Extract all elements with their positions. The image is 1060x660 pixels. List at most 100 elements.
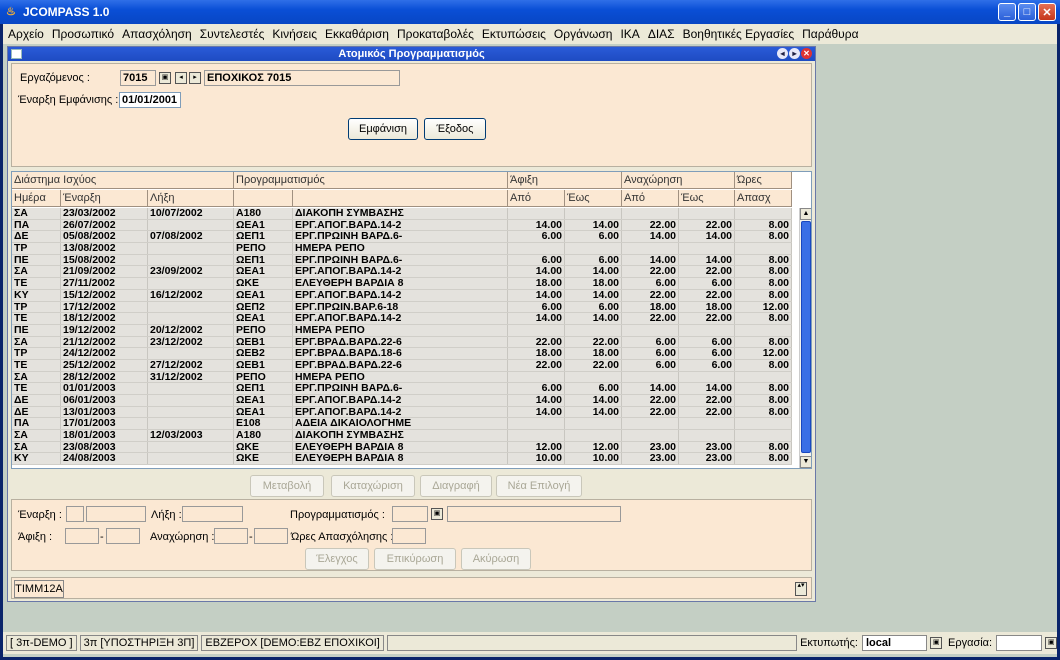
insert-button[interactable]: Καταχώριση [331, 475, 415, 497]
table-row[interactable]: ΤΕ 27/11/2002 ΩΚΕ ΕΛΕΥΘΕΡΗ ΒΑΡΔΙΑ 8 18.00 18.… [12, 278, 792, 290]
menu-item[interactable]: Κινήσεις [272, 27, 317, 41]
modify-button[interactable]: Μεταβολή [250, 475, 324, 497]
column-header[interactable]: Από [508, 190, 565, 207]
column-header[interactable]: Έως [679, 190, 735, 207]
column-header[interactable]: Απασχ [735, 190, 792, 207]
group-header: Διάστημα Ισχύος [12, 172, 234, 189]
table-cell [622, 430, 679, 441]
column-header[interactable]: Από [622, 190, 679, 207]
table-cell: 06/01/2003 [61, 395, 148, 406]
column-header[interactable] [234, 190, 293, 207]
table-row[interactable]: ΣΑ 28/12/2002 31/12/2002 ΡΕΠΟ ΗΜΕΡΑ ΡΕΠΟ [12, 371, 792, 384]
edit-departure-from[interactable] [214, 528, 248, 544]
table-cell: 6.00 [622, 359, 679, 371]
table-row[interactable]: ΤΕ 18/12/2002 ΩΕΑ1 ΕΡΓ.ΑΠΟΓ.ΒΑΡΔ.14-2 14.00 1… [12, 313, 792, 325]
table-body: ΣΑ 23/03/2002 10/07/2002 Α180 ΔΙΑΚΟΠΗ ΣΥΜΒΑΣ… [12, 208, 792, 466]
prev-icon[interactable]: ◂ [175, 72, 187, 84]
table-cell: 05/08/2002 [61, 231, 148, 243]
table-row[interactable]: ΠΑ 26/07/2002 ΩΕΑ1 ΕΡΓ.ΑΠΟΓ.ΒΑΡΔ.14-2 14.00 1… [12, 219, 792, 232]
table-row[interactable]: ΣΑ 23/08/2003 ΩΚΕ ΕΛΕΥΘΕΡΗ ΒΑΡΔΙΑ 8 12.00 12.… [12, 441, 792, 454]
menu-item[interactable]: Προσωπικό [52, 27, 114, 41]
table-row[interactable]: ΠΑ 17/01/2003 Ε108 ΑΔΕΙΑ ΔΙΚΑΙΟΛΟΓΗΜΕ [12, 418, 792, 431]
table-cell: 27/11/2002 [61, 278, 148, 289]
edit-departure-to[interactable] [254, 528, 288, 544]
scroll-up-icon[interactable]: ▲ [800, 208, 811, 220]
table-row[interactable]: ΔΕ 13/01/2003 ΩΕΑ1 ΕΡΓ.ΑΠΟΓ.ΒΑΡΔ.14-2 14.00 1… [12, 406, 792, 419]
table-row[interactable]: ΣΑ 21/12/2002 23/12/2002 ΩΕΒ1 ΕΡΓ.ΒΡΑΔ.ΒΑΡΔ.… [12, 336, 792, 349]
close-icon[interactable]: ✕ [801, 48, 812, 59]
table-cell: ΗΜΕΡΑ ΡΕΠΟ [293, 243, 508, 254]
table-row[interactable]: ΚΥ 24/08/2003 ΩΚΕ ΕΛΕΥΘΕΡΗ ΒΑΡΔΙΑ 8 10.00 10.… [12, 453, 792, 466]
check-button[interactable]: Έλεγχος [305, 548, 369, 570]
column-header[interactable] [293, 190, 508, 207]
maximize-icon[interactable]: □ [1018, 3, 1036, 21]
table-cell: 22.00 [679, 266, 735, 278]
employee-code-input[interactable]: 7015 [120, 70, 156, 86]
table-row[interactable]: ΔΕ 05/08/2002 07/08/2002 ΩΕΠ1 ΕΡΓ.ΠΡΩΙΝΗ ΒΑΡ… [12, 231, 792, 244]
edit-end-date[interactable] [182, 506, 243, 522]
menu-item[interactable]: ΔΙΑΣ [648, 27, 675, 41]
delete-button[interactable]: Διαγραφή [420, 475, 492, 497]
table-cell: 14.00 [508, 406, 565, 418]
table-row[interactable]: ΠΕ 15/08/2002 ΩΕΠ1 ΕΡΓ.ΠΡΩΙΝΗ ΒΑΡΔ.6- 6.00 6.… [12, 254, 792, 267]
binoculars-icon[interactable]: ▣ [159, 72, 171, 84]
start-date-input[interactable]: 01/01/2001 [119, 92, 181, 108]
table-row[interactable]: ΔΕ 06/01/2003 ΩΕΑ1 ΕΡΓ.ΑΠΟΓ.ΒΑΡΔ.14-2 14.00 1… [12, 395, 792, 407]
close-icon[interactable]: ✕ [1038, 3, 1056, 21]
printer-field[interactable]: local [861, 635, 928, 651]
table-cell [148, 254, 234, 266]
table-row[interactable]: ΣΑ 18/01/2003 12/03/2003 Α180 ΔΙΑΚΟΠΗ ΣΥΜΒΑΣ… [12, 430, 792, 442]
exit-button[interactable]: Έξοδος [424, 118, 486, 140]
column-header[interactable]: Λήξη [148, 190, 234, 207]
edit-schedule-code[interactable] [392, 506, 428, 522]
table-row[interactable]: ΤΕ 25/12/2002 27/12/2002 ΩΕΒ1 ΕΡΓ.ΒΡΑΔ.ΒΑΡΔ.… [12, 359, 792, 372]
menu-item[interactable]: Οργάνωση [554, 27, 613, 41]
next-icon[interactable]: ▸ [189, 72, 201, 84]
table-row[interactable]: ΤΡ 13/08/2002 ΡΕΠΟ ΗΜΕΡΑ ΡΕΠΟ [12, 243, 792, 255]
work-field[interactable] [996, 635, 1043, 651]
binoculars-icon[interactable]: ▣ [431, 508, 443, 520]
menu-item[interactable]: Προκαταβολές [397, 27, 474, 41]
column-header[interactable]: Έναρξη [61, 190, 148, 207]
group-header: Αναχώρηση [622, 172, 735, 189]
show-button[interactable]: Εμφάνιση [348, 118, 418, 140]
tab-timm12a[interactable]: TIMM12A [14, 580, 64, 598]
menu-item[interactable]: Εκτυπώσεις [482, 27, 546, 41]
spin-icon[interactable]: ▴▾ [795, 582, 807, 596]
app-icon: ♨ [6, 6, 16, 18]
table-row[interactable]: ΤΕ 01/01/2003 ΩΕΠ1 ΕΡΓ.ΠΡΩΙΝΗ ΒΑΡΔ.6- 6.00 6.… [12, 383, 792, 395]
menu-item[interactable]: Παράθυρα [802, 27, 858, 41]
minimize-icon[interactable]: _ [998, 3, 1016, 21]
table-row[interactable]: ΤΡ 24/12/2002 ΩΕΒ2 ΕΡΓ.ΒΡΑΔ.ΒΑΡΔ.18-6 18.00 1… [12, 348, 792, 360]
menu-item[interactable]: Βοηθητικές Εργασίες [683, 27, 795, 41]
binoculars-icon[interactable]: ▣ [1045, 637, 1057, 649]
table-row[interactable]: ΣΑ 23/03/2002 10/07/2002 Α180 ΔΙΑΚΟΠΗ ΣΥΜΒΑΣ… [12, 208, 792, 220]
menu-item[interactable]: Απασχόληση [122, 27, 192, 41]
column-header[interactable]: Ημέρα [12, 190, 61, 207]
menu-item[interactable]: Συντελεστές [200, 27, 265, 41]
cancel-button[interactable]: Ακύρωση [461, 548, 531, 570]
maximize-icon[interactable]: ▸ [789, 48, 800, 59]
menu-item[interactable]: Εκκαθάριση [325, 27, 389, 41]
menu-item[interactable]: Αρχείο [8, 27, 44, 41]
table-cell [735, 324, 792, 336]
edit-arrival-to[interactable] [106, 528, 140, 544]
edit-start-date[interactable] [86, 506, 146, 522]
scroll-down-icon[interactable]: ▼ [800, 456, 811, 468]
table-row[interactable]: ΚΥ 15/12/2002 16/12/2002 ΩΕΑ1 ΕΡΓ.ΑΠΟΓ.ΒΑΡΔ.… [12, 289, 792, 302]
binoculars-icon[interactable]: ▣ [930, 637, 942, 649]
menu-item[interactable]: ΙΚΑ [620, 27, 639, 41]
minimize-icon[interactable]: ◂ [777, 48, 788, 59]
edit-start-day[interactable] [66, 506, 84, 522]
table-row[interactable]: ΠΕ 19/12/2002 20/12/2002 ΡΕΠΟ ΗΜΕΡΑ ΡΕΠΟ [12, 324, 792, 337]
edit-arrival-from[interactable] [65, 528, 99, 544]
scroll-thumb[interactable] [801, 221, 811, 453]
new-selection-button[interactable]: Νέα Επιλογή [496, 475, 582, 497]
edit-hours[interactable] [392, 528, 426, 544]
table-scrollbar[interactable]: ▲ ▼ [799, 208, 811, 468]
edit-schedule-label: Προγραμματισμός : [290, 509, 385, 521]
table-row[interactable]: ΤΡ 17/12/2002 ΩΕΠ2 ΕΡΓ.ΠΡΩΙΝ.ΒΑΡ.6-18 6.00 6.… [12, 301, 792, 314]
column-header[interactable]: Έως [565, 190, 622, 207]
confirm-button[interactable]: Επικύρωση [374, 548, 456, 570]
table-row[interactable]: ΣΑ 21/09/2002 23/09/2002 ΩΕΑ1 ΕΡΓ.ΑΠΟΓ.ΒΑΡΔ.… [12, 266, 792, 279]
